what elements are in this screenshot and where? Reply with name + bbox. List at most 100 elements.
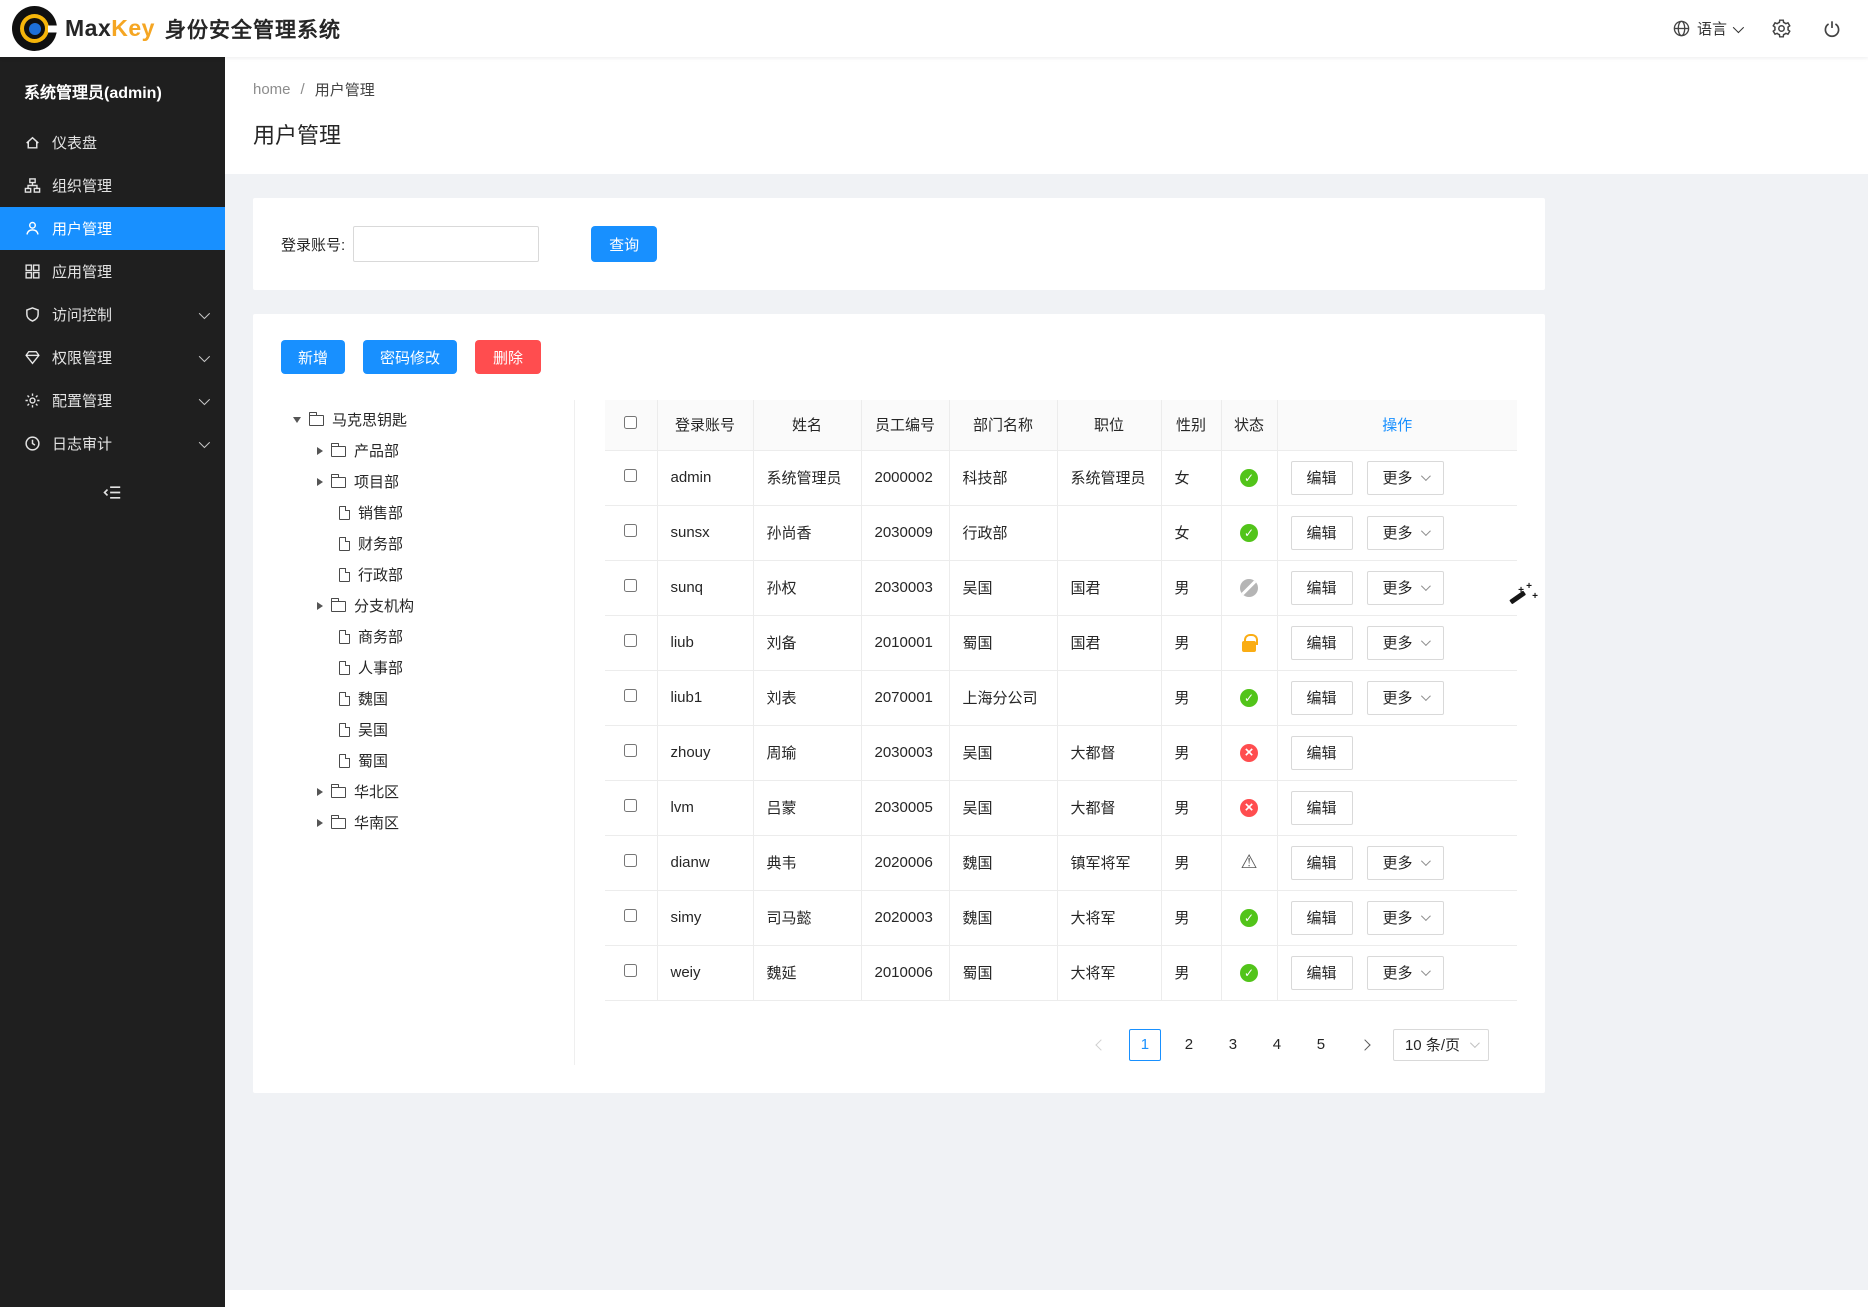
edit-button[interactable]: 编辑: [1291, 901, 1353, 935]
sidebar-item-organization[interactable]: 组织管理: [0, 164, 225, 207]
edit-button[interactable]: 编辑: [1291, 571, 1353, 605]
shield-icon: [24, 306, 41, 323]
cell-gender: 男: [1161, 945, 1221, 1000]
login-account-input[interactable]: [353, 226, 539, 262]
edit-button[interactable]: 编辑: [1291, 956, 1353, 990]
edit-button[interactable]: 编辑: [1291, 791, 1353, 825]
cell-employee-id: 2010006: [861, 945, 949, 1000]
status-icon: [1240, 689, 1258, 707]
sidebar-collapse-button[interactable]: [0, 475, 225, 510]
row-checkbox[interactable]: [624, 799, 637, 812]
tree-node[interactable]: 魏国: [253, 683, 574, 714]
breadcrumb-separator: /: [301, 81, 305, 98]
more-button[interactable]: 更多: [1367, 516, 1444, 550]
edit-button[interactable]: 编辑: [1291, 846, 1353, 880]
row-checkbox[interactable]: [624, 689, 637, 702]
change-password-button[interactable]: 密码修改: [363, 340, 457, 374]
edit-button[interactable]: 编辑: [1291, 681, 1353, 715]
tree-node[interactable]: 行政部: [253, 559, 574, 590]
table-header-row: 登录账号 姓名 员工编号 部门名称 职位 性别 状态 操作: [605, 400, 1517, 450]
select-all-checkbox[interactable]: [624, 416, 637, 429]
sidebar-item-users[interactable]: 用户管理: [0, 207, 225, 250]
more-button[interactable]: 更多: [1367, 846, 1444, 880]
sidebar-item-applications[interactable]: 应用管理: [0, 250, 225, 293]
status-icon: [1240, 524, 1258, 542]
page-button-3[interactable]: 3: [1217, 1029, 1249, 1061]
tree-node[interactable]: 华南区: [253, 807, 574, 838]
prev-page-button[interactable]: [1085, 1029, 1117, 1061]
row-checkbox[interactable]: [624, 744, 637, 757]
cell-account: simy: [657, 890, 753, 945]
tree-node[interactable]: 产品部: [253, 435, 574, 466]
tree-node[interactable]: 商务部: [253, 621, 574, 652]
cell-account: sunq: [657, 560, 753, 615]
row-checkbox[interactable]: [624, 579, 637, 592]
tree-node[interactable]: 蜀国: [253, 745, 574, 776]
mouse-cursor: +++: [1506, 583, 1536, 613]
more-button[interactable]: 更多: [1367, 626, 1444, 660]
table-row: weiy 魏延 2010006 蜀国 大将军 男 编辑 更多: [605, 945, 1517, 1000]
tree-node[interactable]: 项目部: [253, 466, 574, 497]
language-switcher[interactable]: 语言: [1672, 18, 1741, 39]
logout-power-icon[interactable]: [1822, 19, 1842, 39]
col-header-name: 姓名: [753, 400, 861, 450]
caret-right-icon[interactable]: [317, 478, 323, 486]
caret-right-icon[interactable]: [317, 602, 323, 610]
edit-button[interactable]: 编辑: [1291, 626, 1353, 660]
breadcrumb-home-link[interactable]: home: [253, 81, 291, 98]
more-button[interactable]: 更多: [1367, 901, 1444, 935]
row-checkbox[interactable]: [624, 524, 637, 537]
tree-node[interactable]: 吴国: [253, 714, 574, 745]
row-checkbox[interactable]: [624, 854, 637, 867]
edit-button[interactable]: 编辑: [1291, 736, 1353, 770]
caret-right-icon[interactable]: [317, 447, 323, 455]
clock-icon: [24, 435, 41, 452]
cell-department: 上海分公司: [949, 670, 1057, 725]
caret-right-icon[interactable]: [317, 788, 323, 796]
tree-node[interactable]: 华北区: [253, 776, 574, 807]
folder-icon: [331, 787, 346, 798]
sidebar-item-audit-log[interactable]: 日志审计: [0, 422, 225, 465]
edit-button[interactable]: 编辑: [1291, 461, 1353, 495]
tree-node-root[interactable]: 马克思钥匙: [253, 404, 574, 435]
tree-node[interactable]: 人事部: [253, 652, 574, 683]
cell-name: 吕蒙: [753, 780, 861, 835]
row-checkbox[interactable]: [624, 964, 637, 977]
tree-node[interactable]: 财务部: [253, 528, 574, 559]
more-button[interactable]: 更多: [1367, 681, 1444, 715]
page-button-5[interactable]: 5: [1305, 1029, 1337, 1061]
cell-employee-id: 2030003: [861, 560, 949, 615]
cell-account: liub: [657, 615, 753, 670]
query-button[interactable]: 查询: [591, 226, 657, 262]
tree-node[interactable]: 销售部: [253, 497, 574, 528]
sidebar-item-permissions[interactable]: 权限管理: [0, 336, 225, 379]
row-checkbox[interactable]: [624, 634, 637, 647]
page-button-4[interactable]: 4: [1261, 1029, 1293, 1061]
more-button[interactable]: 更多: [1367, 461, 1444, 495]
cell-account: lvm: [657, 780, 753, 835]
tree-node-label: 分支机构: [354, 595, 414, 616]
row-checkbox[interactable]: [624, 909, 637, 922]
sidebar-item-configuration[interactable]: 配置管理: [0, 379, 225, 422]
sidebar-item-access-control[interactable]: 访问控制: [0, 293, 225, 336]
cell-department: 行政部: [949, 505, 1057, 560]
tree-node[interactable]: 分支机构: [253, 590, 574, 621]
add-button[interactable]: 新增: [281, 340, 345, 374]
delete-button[interactable]: 删除: [475, 340, 541, 374]
sidebar-item-dashboard[interactable]: 仪表盘: [0, 121, 225, 164]
edit-button[interactable]: 编辑: [1291, 516, 1353, 550]
page-size-select[interactable]: 10 条/页: [1393, 1029, 1489, 1061]
caret-right-icon[interactable]: [317, 819, 323, 827]
more-button[interactable]: 更多: [1367, 571, 1444, 605]
more-button[interactable]: 更多: [1367, 956, 1444, 990]
page-button-2[interactable]: 2: [1173, 1029, 1205, 1061]
cell-name: 刘表: [753, 670, 861, 725]
caret-down-icon[interactable]: [293, 417, 301, 423]
next-page-button[interactable]: [1349, 1029, 1381, 1061]
chevron-down-icon: [1420, 966, 1430, 976]
row-checkbox[interactable]: [624, 469, 637, 482]
cell-name: 孙权: [753, 560, 861, 615]
col-header-account: 登录账号: [657, 400, 753, 450]
settings-gear-icon[interactable]: [1771, 18, 1792, 39]
page-button-1[interactable]: 1: [1129, 1029, 1161, 1061]
